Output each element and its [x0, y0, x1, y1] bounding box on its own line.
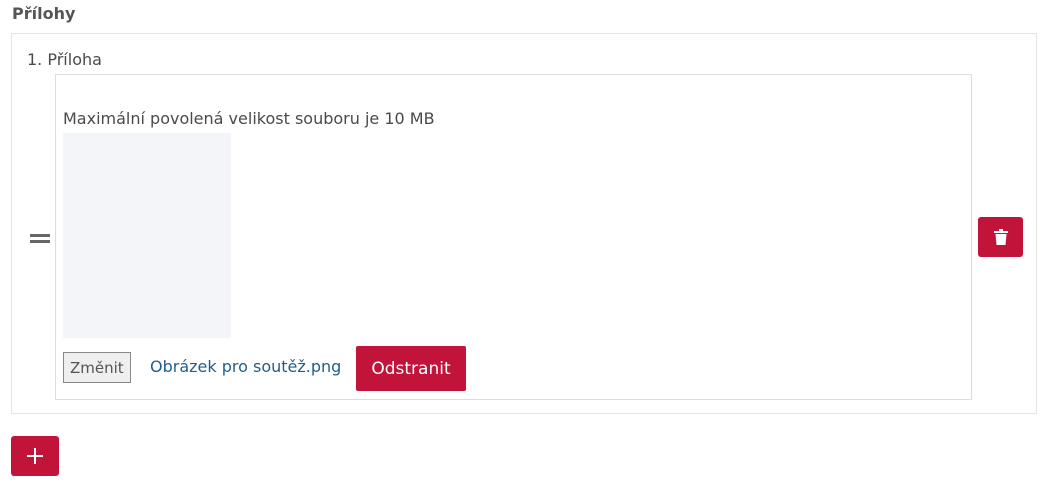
- drag-handle-icon[interactable]: [30, 234, 50, 243]
- plus-icon: [27, 448, 43, 464]
- delete-attachment-button[interactable]: [978, 217, 1023, 257]
- image-preview: [63, 133, 231, 338]
- section-title: Přílohy: [12, 4, 76, 23]
- file-name-link[interactable]: Obrázek pro soutěž.png: [150, 357, 341, 376]
- remove-file-button[interactable]: Odstranit: [356, 346, 466, 391]
- file-size-note: Maximální povolená velikost souboru je 1…: [63, 109, 435, 128]
- change-file-button[interactable]: Změnit: [63, 352, 131, 383]
- attachment-panel: 1. Příloha Maximální povolená velikost s…: [11, 33, 1037, 414]
- file-upload-panel: Maximální povolená velikost souboru je 1…: [55, 74, 972, 400]
- add-attachment-button[interactable]: [11, 436, 59, 476]
- attachment-label: 1. Příloha: [27, 50, 102, 69]
- trash-icon: [993, 229, 1008, 245]
